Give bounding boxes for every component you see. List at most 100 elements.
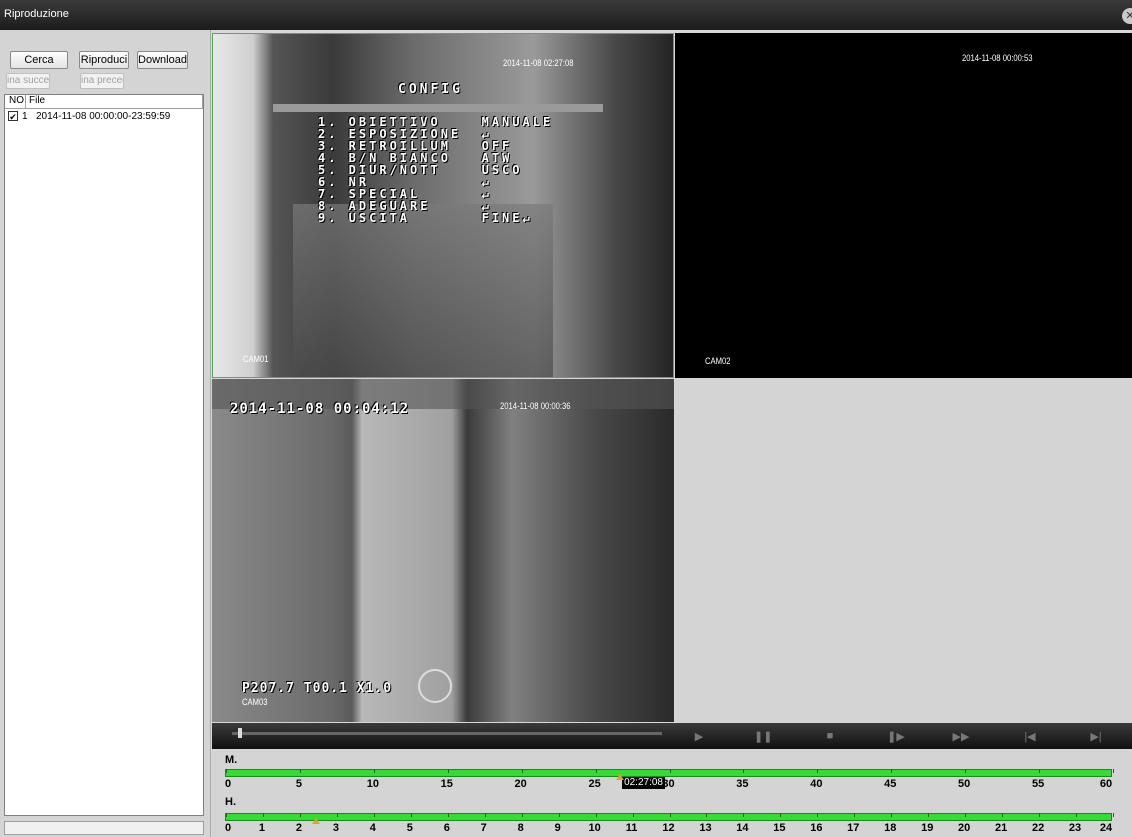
hour-tick-label: 22 [1031,822,1045,834]
hour-tick-label: 1 [258,822,266,834]
play-icon[interactable]: ▶ [690,730,708,743]
hour-tick-label: 8 [517,822,524,834]
hour-tick [817,813,819,817]
hour-tick-label: 21 [995,822,1008,834]
current-time-readout: 02:27:08 [622,777,665,789]
hour-timeline-bar[interactable] [225,813,1114,821]
minute-tick-label: 35 [736,778,749,790]
minute-tick [817,769,819,773]
hour-tick-label: 3 [332,822,339,834]
minute-tick-label: 20 [514,778,527,790]
minute-tick [447,769,449,773]
minute-tick [743,769,745,773]
video-channel-1[interactable]: 2014-11-08 02:27:08 CONFIG 1. OBIETTIVO … [212,33,674,378]
hour-tick [632,813,634,817]
hour-tick-label: 10 [588,822,601,834]
progress-track[interactable] [232,732,662,735]
minute-tick-label: 5 [295,778,302,790]
cam3-ptz-readout: P207.7 T00.1 X1.0 [242,681,393,696]
progress-thumb[interactable] [238,728,242,738]
hour-tick [706,813,708,817]
hour-tick-label: 9 [554,822,561,834]
minute-tick [891,769,893,773]
cam2-timestamp: 2014-11-08 00:00:53 [962,53,1033,63]
cam2-label: CAM02 [705,356,731,366]
minute-tick-label: 15 [440,778,453,790]
minute-position-marker[interactable] [616,774,625,780]
prev-page-button[interactable]: ina preced [80,73,124,89]
compass-icon [418,669,452,703]
minute-tick-label: 50 [958,778,971,790]
status-field [4,821,204,835]
cam3-label: CAM03 [242,697,268,707]
hour-tick [595,813,597,817]
cam1-timestamp: 2014-11-08 02:27:08 [503,58,574,68]
minute-tick-label: 55 [1031,778,1045,790]
download-button[interactable]: Download [137,51,188,69]
play-button[interactable]: Riproduci [79,51,129,69]
file-list[interactable]: NO File ✔ 1 2014-11-08 00:00:00-23:59:59 [4,94,204,816]
hours-label: H. [225,796,236,808]
column-file[interactable]: File [29,95,45,106]
hour-tick [743,813,745,817]
minute-timeline-bar[interactable] [225,769,1114,777]
hour-tick [484,813,486,817]
hour-tick-label: 14 [736,822,749,834]
fast-forward-icon[interactable]: ▶▶ [952,730,970,743]
next-page-button[interactable]: ina succes [6,73,50,89]
video-channel-4[interactable] [675,379,1132,722]
playback-controls: ▶ ❚❚ ■ ❚▶ ▶▶ |◀ ▶| [212,723,1132,749]
file-list-item[interactable]: ✔ 1 2014-11-08 00:00:00-23:59:59 [5,109,203,124]
hour-tick-label: 11 [625,822,638,834]
file-checkbox[interactable]: ✔ [8,111,18,122]
hour-tick-label: 2 [295,822,302,834]
window-title: Riproduzione [4,8,69,20]
hour-tick [226,813,227,817]
hour-tick-label: 18 [884,822,897,834]
minute-tick-label: 60 [1099,778,1113,790]
osd-line: 9. USCITA FINE↵ [318,211,533,225]
next-file-icon[interactable]: ▶| [1087,730,1105,743]
close-icon[interactable]: ✕ [1122,8,1132,24]
stop-icon[interactable]: ■ [821,730,839,742]
hour-tick-label: 20 [958,822,971,834]
minute-tick-label: 45 [884,778,897,790]
osd-config-menu: 1. OBIETTIVO MANUALE 2. ESPOSIZIONE ↵ 3.… [318,116,553,224]
hour-tick-label: 24 [1099,822,1113,834]
hour-tick [336,813,338,817]
pause-icon[interactable]: ❚❚ [754,730,772,743]
search-button[interactable]: Cerca [10,51,68,69]
hour-position-marker[interactable] [311,818,320,824]
hour-tick [1113,813,1114,817]
hour-tick [447,813,449,817]
hour-tick [1076,813,1078,817]
hour-tick [965,813,967,817]
hour-tick-label: 17 [847,822,860,834]
hour-tick-label: 15 [773,822,786,834]
cam3-timestamp: 2014-11-08 00:00:36 [500,401,571,411]
hour-tick-label: 23 [1068,822,1082,834]
minute-tick-label: 25 [588,778,601,790]
hour-tick-label: 16 [810,822,823,834]
minute-tick [521,769,523,773]
hour-tick [558,813,560,817]
hour-tick [891,813,893,817]
hour-tick [928,813,930,817]
column-no[interactable]: NO [9,95,24,106]
step-forward-icon[interactable]: ❚▶ [887,730,905,743]
minutes-label: M. [225,754,238,766]
hour-tick [1039,813,1041,817]
minute-tick [965,769,967,773]
hour-tick [521,813,523,817]
cam3-osd-time: 2014-11-08 00:04:12 [230,401,410,417]
previous-file-icon[interactable]: |◀ [1021,730,1039,743]
file-number: 1 [22,111,28,122]
video-channel-3[interactable]: 2014-11-08 00:04:12 2014-11-08 00:00:36 … [212,379,674,722]
cam1-label: CAM01 [243,354,269,364]
hour-tick-label: 13 [699,822,712,834]
hour-tick [780,813,782,817]
hour-tick [854,813,856,817]
video-channel-2[interactable]: 2014-11-08 00:00:53 CAM02 [675,33,1132,378]
title-bar: Riproduzione ✕ [0,0,1132,30]
minute-tick [373,769,375,773]
